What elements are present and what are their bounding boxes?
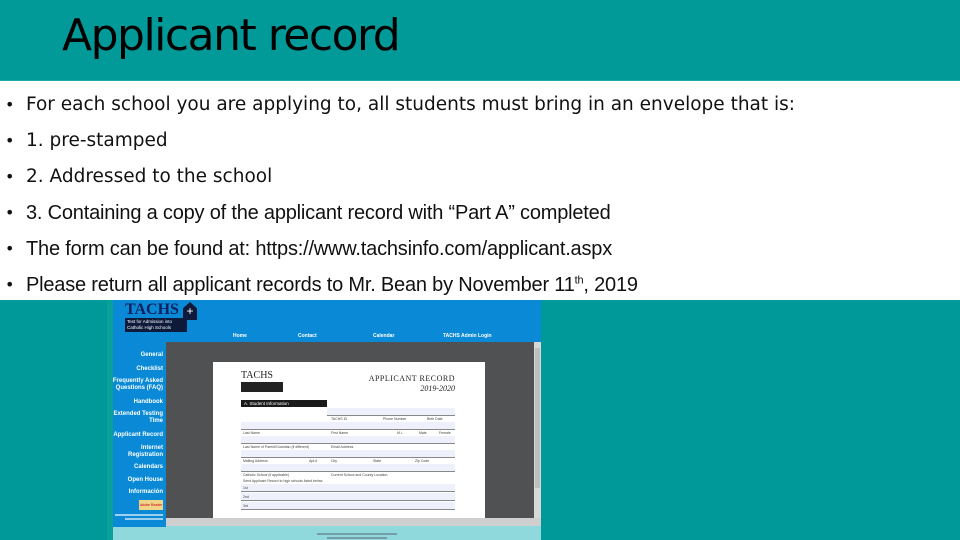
site-sidebar: General Checklist Frequently Asked Quest…	[113, 342, 166, 527]
form-url[interactable]: The form can be found at: https://www.ta…	[26, 238, 612, 260]
bullet-icon: •	[5, 95, 15, 114]
bullet-item: • 2. Addressed to the school	[0, 159, 960, 195]
page-logo-band	[241, 382, 283, 392]
bullet-list-panel: • For each school you are applying to, al…	[0, 80, 960, 300]
form-field-row[interactable]	[241, 422, 455, 430]
sidebar-footnote	[125, 518, 163, 520]
nav-calendar[interactable]: Calendar	[373, 333, 394, 339]
bullet-icon: •	[5, 275, 15, 294]
bullet-icon: •	[5, 203, 15, 222]
document-title: APPLICANT RECORD	[368, 374, 455, 383]
form-field-row[interactable]	[241, 436, 455, 444]
slide-title: Applicant record	[62, 10, 401, 61]
sidebar-footnote	[115, 514, 163, 516]
form-field-row[interactable]	[241, 450, 455, 458]
nav-home[interactable]: Home	[233, 333, 247, 339]
sidebar-item-faq[interactable]: Frequently Asked Questions (FAQ)	[111, 378, 163, 392]
sidebar-item-general[interactable]: General	[141, 352, 163, 359]
bullet-item: • 1. pre-stamped	[0, 123, 960, 159]
form-field-row[interactable]	[241, 464, 455, 472]
bullet-list: • For each school you are applying to, al…	[0, 81, 960, 303]
bullet-item: • 3. Containing a copy of the applicant r…	[0, 195, 960, 231]
section-header: A. Student Information	[241, 400, 327, 407]
copyright-footer	[317, 533, 397, 535]
nav-admin-login[interactable]: TACHS Admin Login	[443, 333, 492, 339]
nav-contact[interactable]: Contact	[298, 333, 317, 339]
embedded-website-screenshot: TACHS Test for Admission into Catholic H…	[107, 300, 541, 540]
sidebar-item-checklist[interactable]: Checklist	[136, 366, 163, 373]
sidebar-item-open-house[interactable]: Open House	[128, 477, 163, 484]
form-field-row[interactable]	[241, 502, 455, 510]
adobe-reader-badge[interactable]: Adobe Reader	[139, 500, 163, 510]
bullet-icon: •	[5, 167, 15, 186]
horizontal-scrollbar[interactable]	[166, 518, 541, 526]
scrollbar-thumb[interactable]	[535, 348, 540, 488]
bullet-icon: •	[5, 131, 15, 150]
sidebar-item-handbook[interactable]: Handbook	[134, 399, 163, 406]
title-band: Applicant record	[0, 0, 960, 80]
bullet-icon: •	[5, 239, 15, 258]
bullet-item: • For each school you are applying to, al…	[0, 87, 960, 123]
tachs-logo: TACHS Test for Admission into Catholic H…	[125, 302, 197, 338]
page-logo: TACHS	[241, 370, 273, 381]
sidebar-item-informacion[interactable]: Información	[129, 489, 163, 496]
form-field-row[interactable]	[327, 408, 455, 416]
pdf-viewer[interactable]: TACHS APPLICANT RECORD 2019-2020 A. Stud…	[166, 342, 541, 522]
sidebar-item-extended-time[interactable]: Extended Testing Time	[111, 411, 163, 425]
bullet-item-link: • The form can be found at: https://www.t…	[0, 231, 960, 267]
vertical-scrollbar[interactable]	[534, 342, 541, 522]
sidebar-item-applicant-record[interactable]: Applicant Record	[113, 432, 163, 439]
bullet-item: • Please return all applicant records to …	[0, 267, 960, 303]
site-header: TACHS Test for Admission into Catholic H…	[113, 300, 541, 342]
pdf-page: TACHS APPLICANT RECORD 2019-2020 A. Stud…	[213, 362, 485, 522]
form-field-row[interactable]	[241, 493, 455, 501]
form-field-row[interactable]	[241, 484, 455, 492]
sidebar-item-calendars[interactable]: Calendars	[134, 464, 163, 471]
sidebar-item-registration[interactable]: Internet Registration	[123, 445, 163, 459]
document-year: 2019-2020	[420, 384, 455, 393]
terms-footer	[327, 537, 387, 539]
